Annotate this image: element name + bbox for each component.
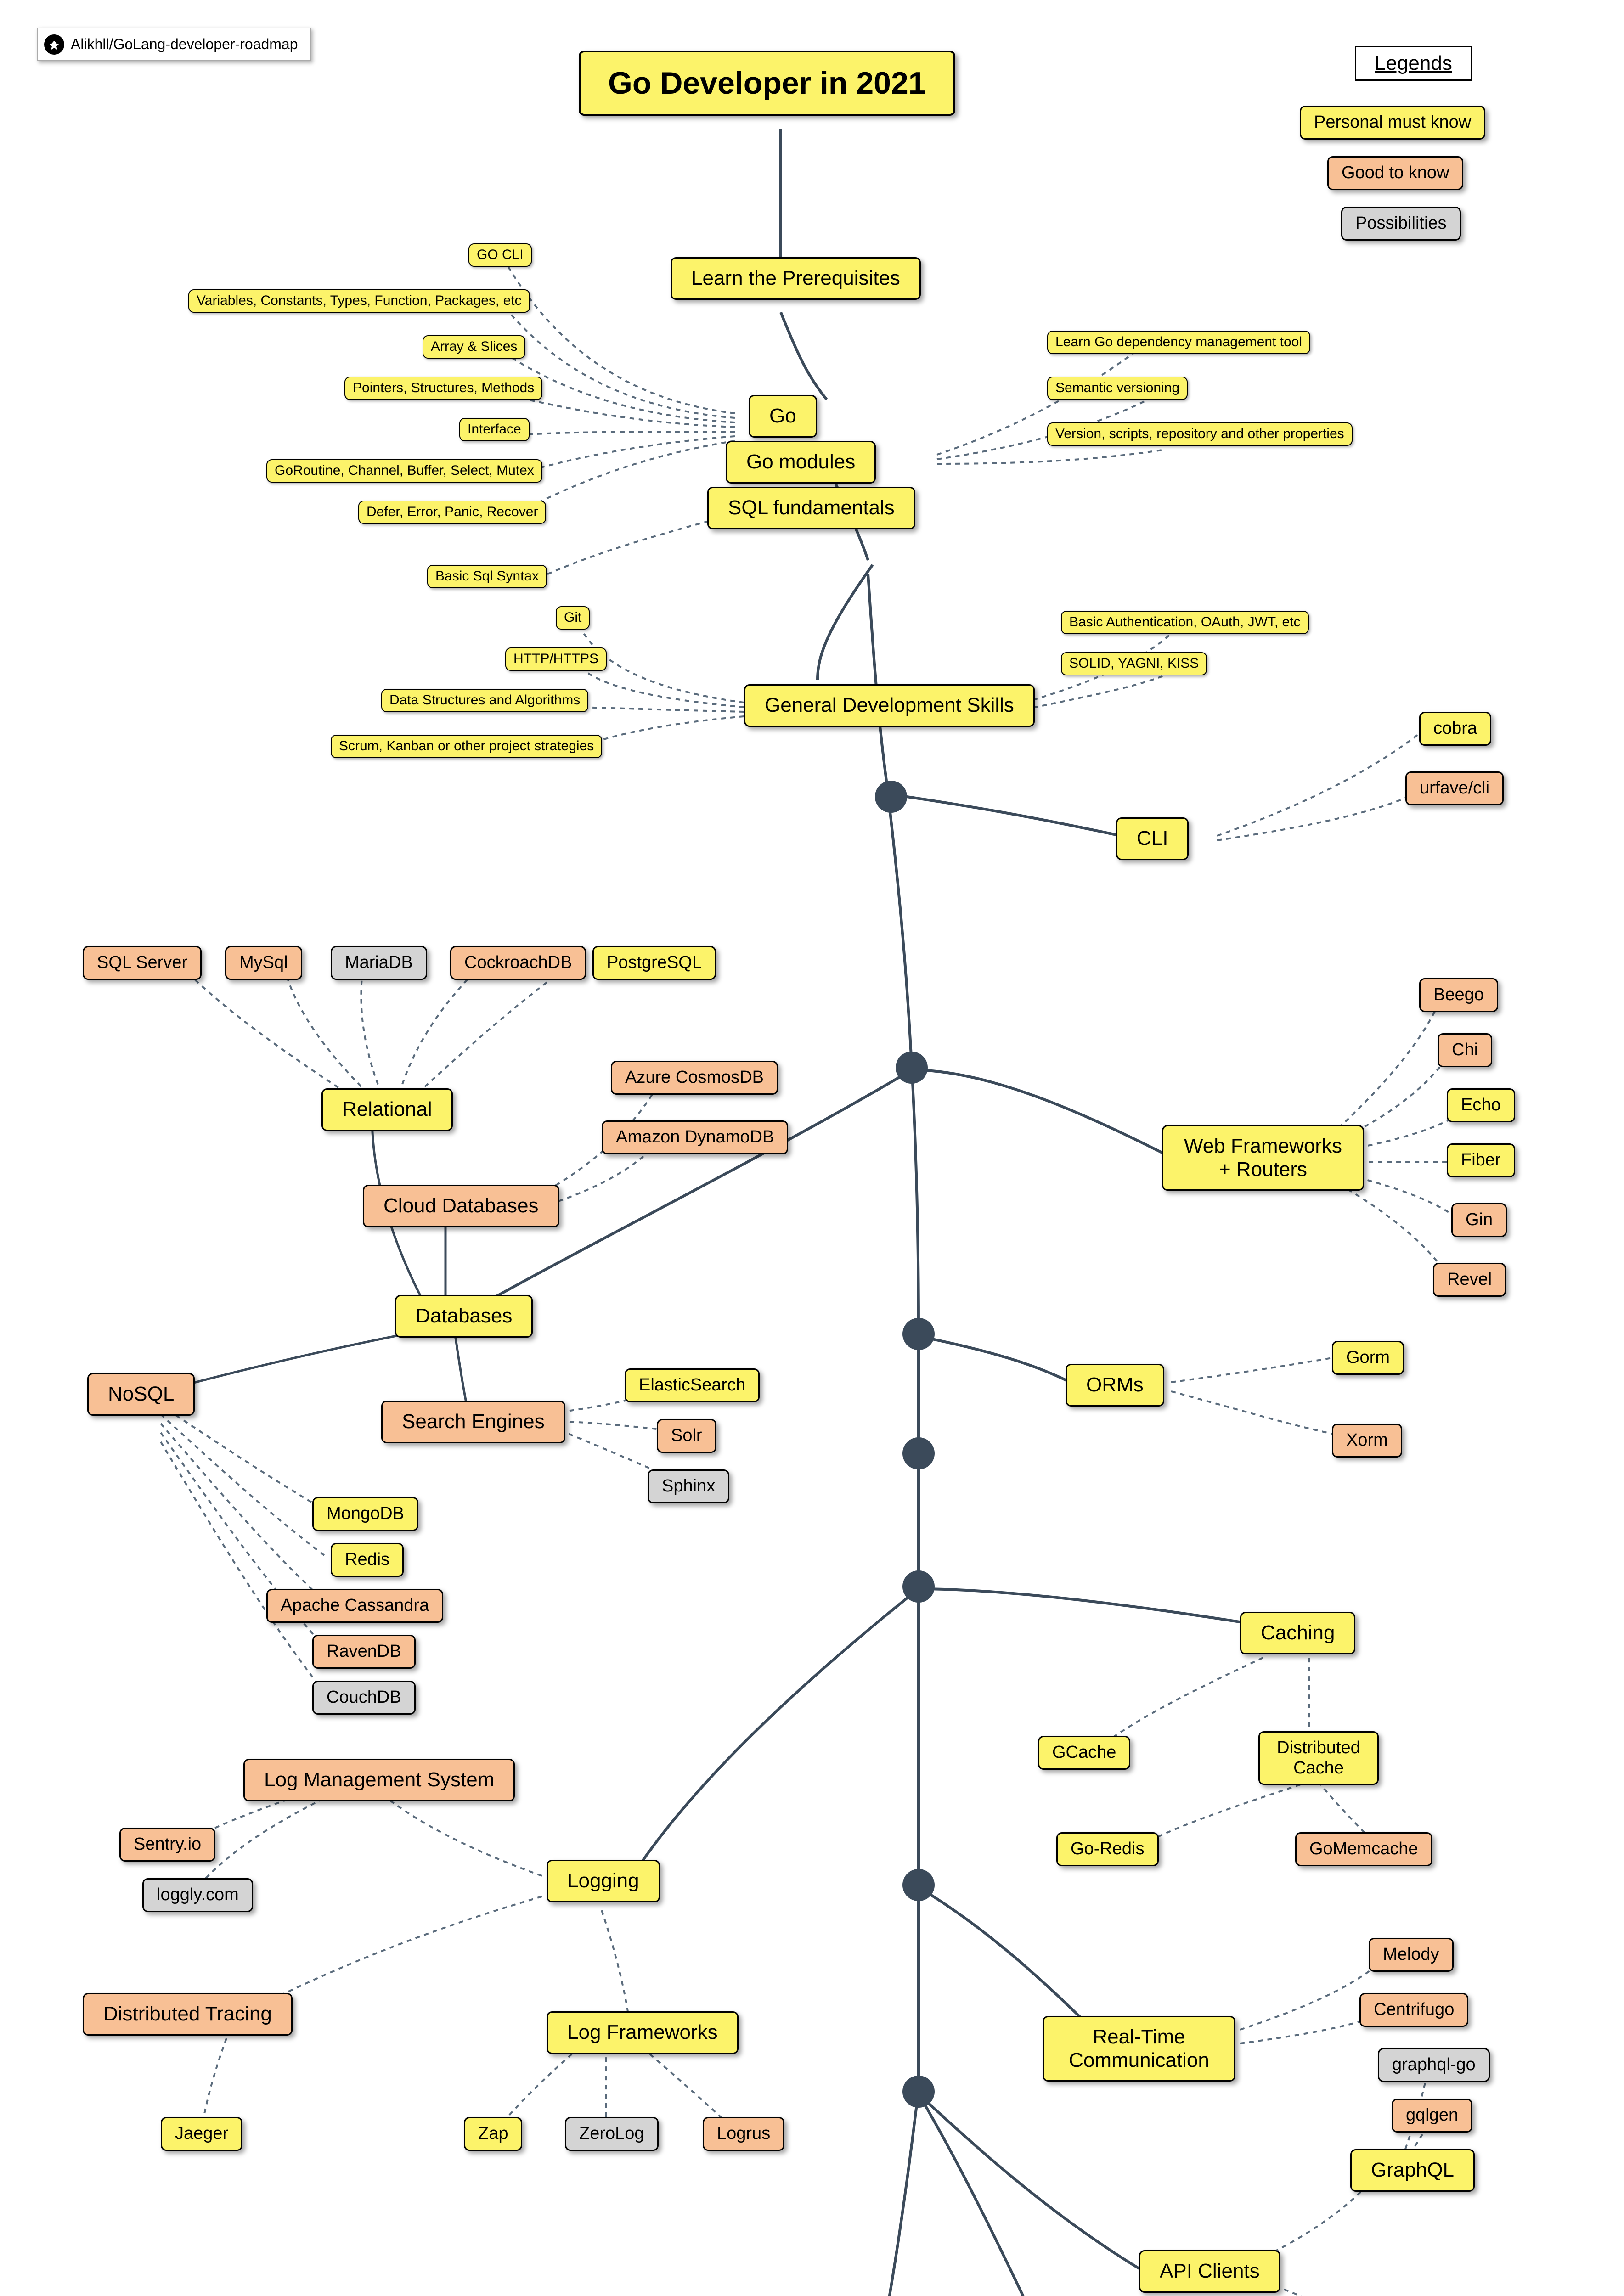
rtc-centrifugo[interactable]: Centrifugo	[1359, 1993, 1468, 2027]
db-mariadb[interactable]: MariaDB	[331, 946, 427, 980]
log-distributed-tracing[interactable]: Distributed Tracing	[83, 1993, 293, 2036]
db-redis[interactable]: Redis	[331, 1543, 404, 1577]
cli-cobra[interactable]: cobra	[1419, 712, 1491, 746]
go-variables[interactable]: Variables, Constants, Types, Function, P…	[188, 289, 530, 313]
spine-dot	[896, 1052, 928, 1084]
cache-gcache[interactable]: GCache	[1038, 1736, 1130, 1770]
api-clients[interactable]: API Clients	[1139, 2250, 1280, 2293]
db-sqlserver[interactable]: SQL Server	[83, 946, 202, 980]
spine-dot	[902, 1869, 935, 1901]
modules-semver[interactable]: Semantic versioning	[1047, 377, 1188, 400]
sql-syntax[interactable]: Basic Sql Syntax	[427, 565, 547, 588]
databases[interactable]: Databases	[395, 1295, 533, 1338]
web-echo[interactable]: Echo	[1447, 1088, 1515, 1122]
spine-dot	[902, 1318, 935, 1350]
orm-xorm[interactable]: Xorm	[1332, 1424, 1402, 1458]
log-frameworks[interactable]: Log Frameworks	[547, 2011, 739, 2054]
db-relational[interactable]: Relational	[321, 1088, 453, 1131]
db-couchdb[interactable]: CouchDB	[312, 1681, 416, 1715]
spine-dot	[902, 1437, 935, 1469]
go-interface[interactable]: Interface	[459, 418, 530, 441]
db-postgres[interactable]: PostgreSQL	[592, 946, 716, 980]
gds-agile[interactable]: Scrum, Kanban or other project strategie…	[331, 735, 602, 758]
spine-dot	[902, 2076, 935, 2108]
api-graphql[interactable]: GraphQL	[1350, 2149, 1475, 2192]
log-zerolog[interactable]: ZeroLog	[565, 2117, 659, 2151]
db-sphinx[interactable]: Sphinx	[648, 1469, 729, 1503]
db-solr[interactable]: Solr	[657, 1419, 716, 1453]
gds-solid[interactable]: SOLID, YAGNI, KISS	[1061, 652, 1207, 675]
cli[interactable]: CLI	[1116, 817, 1189, 860]
go-arrays-slices[interactable]: Array & Slices	[423, 335, 525, 359]
spine-dot	[875, 781, 907, 813]
api-graphql-go[interactable]: graphql-go	[1378, 2048, 1490, 2082]
go-modules[interactable]: Go modules	[726, 441, 876, 484]
title: Go Developer in 2021	[579, 51, 955, 116]
log-sentry[interactable]: Sentry.io	[119, 1828, 215, 1862]
cache-gomemcache[interactable]: GoMemcache	[1295, 1832, 1432, 1866]
go-pointers[interactable]: Pointers, Structures, Methods	[344, 377, 542, 400]
legend-possibilities: Possibilities	[1341, 207, 1461, 241]
gds-http[interactable]: HTTP/HTTPS	[505, 647, 607, 671]
repo-path: Alikhll/GoLang-developer-roadmap	[71, 36, 298, 52]
db-elasticsearch[interactable]: ElasticSearch	[625, 1368, 760, 1402]
cache-distributed[interactable]: Distributed Cache	[1258, 1731, 1379, 1785]
web-revel[interactable]: Revel	[1433, 1263, 1506, 1297]
log-logrus[interactable]: Logrus	[703, 2117, 784, 2151]
orms[interactable]: ORMs	[1066, 1364, 1164, 1407]
db-ravendb[interactable]: RavenDB	[312, 1635, 416, 1669]
gds-dsa[interactable]: Data Structures and Algorithms	[381, 689, 588, 712]
db-cosmos[interactable]: Azure CosmosDB	[611, 1061, 778, 1095]
log-jaeger[interactable]: Jaeger	[161, 2117, 242, 2151]
legend-good-to-know: Good to know	[1327, 156, 1463, 190]
log-mgmt-system[interactable]: Log Management System	[243, 1759, 515, 1801]
gds-git[interactable]: Git	[556, 606, 590, 630]
cli-urfave[interactable]: urfave/cli	[1405, 771, 1504, 805]
gds-auth[interactable]: Basic Authentication, OAuth, JWT, etc	[1061, 611, 1309, 634]
web-beego[interactable]: Beego	[1419, 978, 1498, 1012]
orm-gorm[interactable]: Gorm	[1332, 1341, 1404, 1375]
caching[interactable]: Caching	[1240, 1612, 1355, 1654]
logging[interactable]: Logging	[547, 1860, 660, 1902]
modules-dependency[interactable]: Learn Go dependency management tool	[1047, 331, 1310, 354]
legend-title: Legends	[1355, 46, 1472, 81]
go-defer[interactable]: Defer, Error, Panic, Recover	[358, 501, 546, 524]
legend-must-know: Personal must know	[1300, 106, 1485, 140]
db-cockroach[interactable]: CockroachDB	[450, 946, 586, 980]
web-fiber[interactable]: Fiber	[1447, 1143, 1515, 1177]
db-mongo[interactable]: MongoDB	[312, 1497, 418, 1531]
web-gin[interactable]: Gin	[1451, 1203, 1507, 1237]
db-search-engines[interactable]: Search Engines	[381, 1401, 565, 1443]
modules-scripts[interactable]: Version, scripts, repository and other p…	[1047, 422, 1353, 446]
db-cassandra[interactable]: Apache Cassandra	[266, 1589, 443, 1623]
db-cloud[interactable]: Cloud Databases	[363, 1185, 559, 1227]
web-frameworks[interactable]: Web Frameworks + Routers	[1162, 1125, 1364, 1191]
db-dynamo[interactable]: Amazon DynamoDB	[602, 1120, 788, 1154]
log-zap[interactable]: Zap	[464, 2117, 522, 2151]
db-mysql[interactable]: MySql	[225, 946, 302, 980]
github-repo-badge[interactable]: Alikhll/GoLang-developer-roadmap	[37, 28, 311, 61]
general-dev-skills[interactable]: General Development Skills	[744, 684, 1035, 727]
go-goroutine[interactable]: GoRoutine, Channel, Buffer, Select, Mute…	[266, 459, 542, 483]
db-nosql[interactable]: NoSQL	[87, 1373, 195, 1416]
learn-prerequisites[interactable]: Learn the Prerequisites	[671, 257, 921, 300]
log-loggly[interactable]: loggly.com	[142, 1878, 253, 1912]
sql-fundamentals[interactable]: SQL fundamentals	[707, 487, 915, 529]
spine-dot	[902, 1570, 935, 1603]
api-gqlgen[interactable]: gqlgen	[1392, 2099, 1472, 2133]
real-time-communication[interactable]: Real-Time Communication	[1043, 2016, 1235, 2082]
cache-go-redis[interactable]: Go-Redis	[1056, 1832, 1159, 1866]
go[interactable]: Go	[749, 395, 817, 438]
web-chi[interactable]: Chi	[1438, 1033, 1492, 1067]
rtc-melody[interactable]: Melody	[1369, 1938, 1454, 1972]
go-cli[interactable]: GO CLI	[468, 243, 532, 267]
